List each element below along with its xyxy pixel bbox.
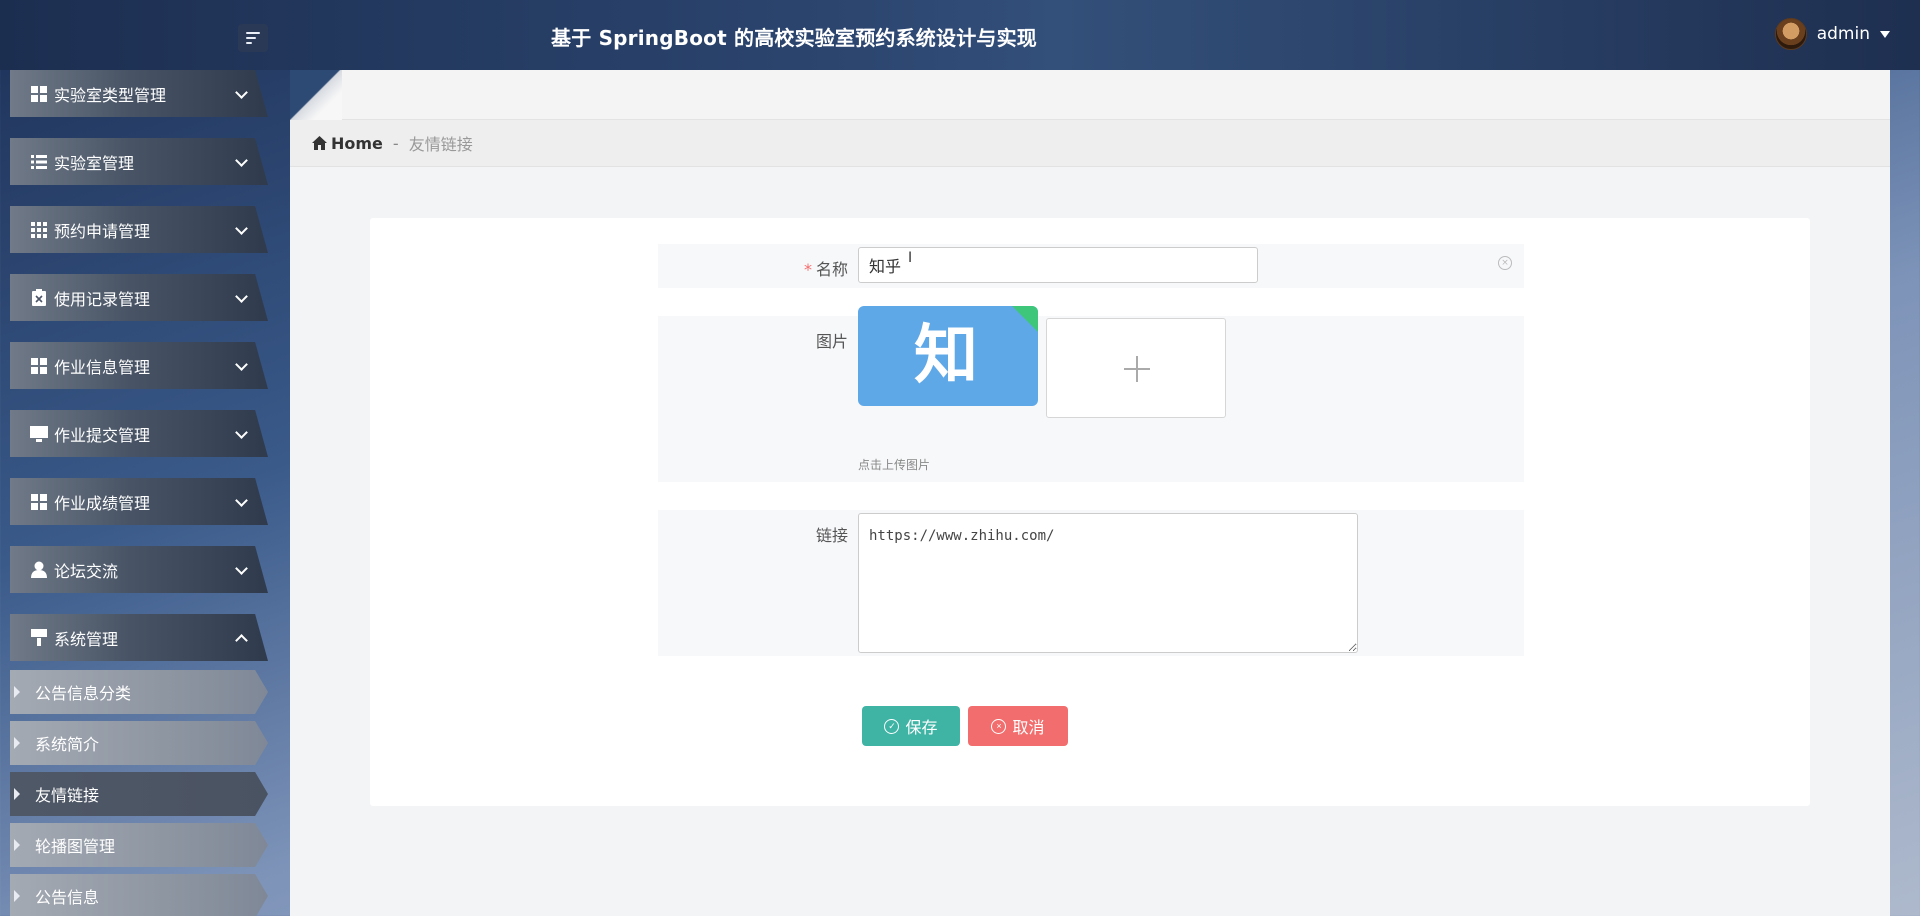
form-row-image: 图片 知 点击上传图片 — [658, 306, 1524, 482]
chevron-down-icon — [235, 222, 248, 235]
chevron-down-icon — [235, 562, 248, 575]
user-icon — [30, 561, 48, 579]
menu-toggle-icon[interactable] — [238, 24, 268, 52]
list-icon — [30, 153, 48, 171]
form-card: *名称 I × 图片 知 点击上传图片 链接 https://www.zhihu… — [370, 218, 1810, 806]
name-label: * 名称 — [658, 256, 848, 280]
zhihu-logo: 知 — [914, 319, 982, 393]
sidebar-subitem-label: 公告信息 — [35, 888, 100, 907]
clipboard-icon — [30, 289, 48, 307]
sidebar-item-label: 实验室管理 — [54, 153, 135, 173]
page-curl-decoration — [290, 70, 342, 120]
sidebar-subitem-friend-links[interactable]: 友情链接 — [10, 772, 268, 816]
sidebar-subitem-label: 轮播图管理 — [35, 837, 116, 856]
sidebar-item-homework[interactable]: 作业信息管理 — [10, 342, 268, 389]
upload-tip: 点击上传图片 — [858, 458, 931, 472]
close-circle-icon: × — [991, 718, 1007, 734]
check-circle-icon: ✓ — [884, 718, 900, 734]
link-textarea[interactable]: https://www.zhihu.com/ — [858, 513, 1358, 653]
grid-icon — [30, 357, 48, 375]
user-name: admin — [1816, 24, 1870, 44]
required-mark: * — [803, 260, 812, 279]
cancel-button-label: 取消 — [1012, 720, 1045, 737]
top-bar: 基于 SpringBoot 的高校实验室预约系统设计与实现 admin — [0, 0, 1920, 70]
sidebar-item-forum[interactable]: 论坛交流 — [10, 546, 268, 593]
sidebar-item-submission[interactable]: 作业提交管理 — [10, 410, 268, 457]
clear-icon[interactable]: × — [1498, 256, 1512, 270]
image-label: 图片 — [815, 332, 848, 351]
grid-icon — [30, 85, 48, 103]
form-row-link: 链接 https://www.zhihu.com/ — [658, 510, 1524, 656]
sidebar-item-system[interactable]: 系统管理 — [10, 614, 268, 661]
sidebar-subitem-intro[interactable]: 系统简介 — [10, 721, 268, 765]
chevron-down-icon — [235, 290, 248, 303]
sidebar-item-reservation[interactable]: 预约申请管理 — [10, 206, 268, 253]
sidebar-item-label: 作业提交管理 — [54, 425, 151, 445]
upload-button[interactable] — [1046, 318, 1226, 418]
tab-strip — [290, 70, 1890, 120]
brush-icon — [30, 629, 48, 647]
chevron-down-icon — [235, 154, 248, 167]
save-button[interactable]: ✓ 保存 — [862, 706, 960, 746]
sidebar-item-lab[interactable]: 实验室管理 — [10, 138, 268, 185]
sidebar-subitem-label: 公告信息分类 — [35, 684, 132, 703]
chevron-up-icon — [235, 634, 248, 647]
breadcrumb-current: 友情链接 — [408, 135, 473, 154]
chevron-down-icon — [235, 494, 248, 507]
form-row-name: *名称 I × — [658, 244, 1524, 288]
grid9-icon — [30, 221, 48, 239]
sidebar: 实验室类型管理 实验室管理 预约申请管理 使用记录管理 作业信息管理 作业提交管 — [0, 70, 290, 916]
sidebar-item-label: 作业信息管理 — [54, 357, 151, 377]
home-icon — [312, 136, 327, 150]
name-label-text: 名称 — [815, 260, 848, 279]
app-title: 基于 SpringBoot 的高校实验室预约系统设计与实现 — [551, 26, 1038, 50]
sidebar-item-grades[interactable]: 作业成绩管理 — [10, 478, 268, 525]
sidebar-item-label: 使用记录管理 — [54, 289, 151, 309]
sidebar-item-label: 系统管理 — [54, 629, 119, 649]
sidebar-subitem-notice[interactable]: 公告信息 — [10, 874, 268, 916]
name-input[interactable] — [858, 247, 1258, 283]
sidebar-subitem-carousel[interactable]: 轮播图管理 — [10, 823, 268, 867]
image-thumbnail[interactable]: 知 — [858, 306, 1038, 406]
caret-down-icon — [1880, 30, 1890, 38]
sidebar-item-label: 作业成绩管理 — [54, 493, 151, 513]
sidebar-item-label: 预约申请管理 — [54, 221, 151, 241]
sidebar-item-label: 论坛交流 — [54, 561, 119, 581]
grid-icon — [30, 493, 48, 511]
chevron-down-icon — [235, 426, 248, 439]
avatar — [1774, 18, 1807, 50]
text-cursor-icon: I — [908, 250, 913, 266]
cancel-button[interactable]: × 取消 — [968, 706, 1068, 746]
breadcrumb: Home - 友情链接 — [290, 120, 1890, 167]
chevron-down-icon — [235, 358, 248, 371]
sidebar-item-label: 实验室类型管理 — [54, 85, 167, 105]
breadcrumb-home[interactable]: Home — [312, 134, 383, 153]
link-label: 链接 — [815, 526, 848, 545]
chevron-down-icon — [235, 86, 248, 99]
save-button-label: 保存 — [905, 720, 938, 737]
sidebar-subitem-label: 友情链接 — [35, 786, 100, 805]
sidebar-item-usage[interactable]: 使用记录管理 — [10, 274, 268, 321]
main-content: Home - 友情链接 *名称 I × 图片 知 点击上传图片 — [290, 70, 1890, 916]
uploaded-corner-badge — [1012, 306, 1038, 332]
sidebar-item-lab-type[interactable]: 实验室类型管理 — [10, 70, 268, 117]
breadcrumb-separator: - — [392, 133, 399, 153]
monitor-icon — [30, 425, 48, 443]
user-menu[interactable]: admin — [1774, 18, 1890, 50]
form-actions: ✓ 保存 × 取消 — [862, 706, 1082, 746]
sidebar-subitem-notice-category[interactable]: 公告信息分类 — [10, 670, 268, 714]
breadcrumb-home-label: Home — [331, 133, 383, 153]
sidebar-subitem-label: 系统简介 — [35, 735, 100, 754]
